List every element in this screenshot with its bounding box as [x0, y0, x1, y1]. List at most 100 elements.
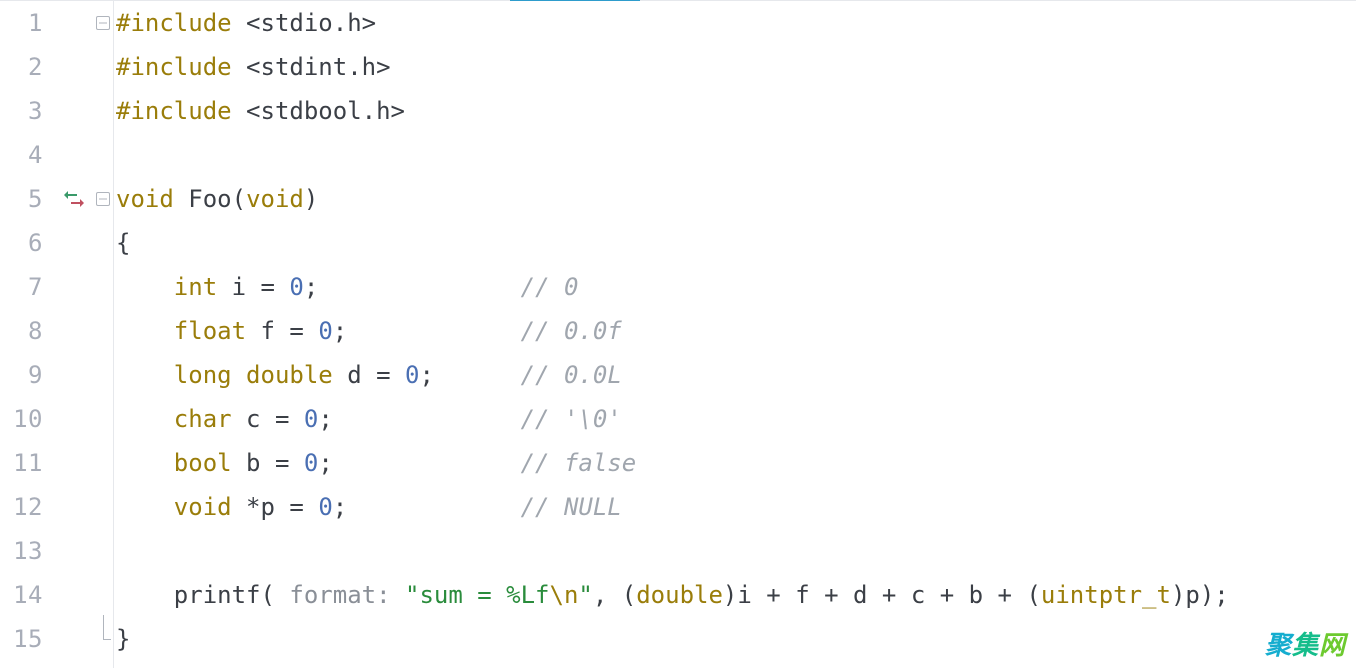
token-punct: { [116, 229, 130, 257]
token-ident: b [969, 581, 983, 609]
token-cmt: // 0.0L [521, 361, 622, 389]
token-hint: format: [289, 581, 405, 609]
token-kw: void [116, 185, 174, 213]
code-line[interactable]: } [116, 617, 1356, 661]
token-ws [839, 581, 853, 609]
token-ident: c [911, 581, 925, 609]
token-punct: ); [1200, 581, 1229, 609]
line-number[interactable]: 5 [0, 177, 43, 221]
token-num: 0 [318, 317, 332, 345]
code-line[interactable]: printf( format: "sum = %Lf\n", (double)i… [116, 573, 1356, 617]
token-kw: void [174, 493, 232, 521]
code-line[interactable]: #include <stdio.h> [116, 1, 1356, 45]
token-ws [333, 449, 521, 477]
token-ws [232, 493, 246, 521]
code-line[interactable]: bool b = 0; // false [116, 441, 1356, 485]
token-ws [116, 361, 174, 389]
token-ws [752, 581, 766, 609]
swap-icon[interactable] [64, 189, 84, 209]
fold-toggle[interactable] [92, 1, 113, 45]
token-ws [289, 405, 303, 433]
token-punct: = [376, 361, 390, 389]
token-ws [232, 405, 246, 433]
token-punct: = [275, 405, 289, 433]
marker-cell [56, 265, 92, 309]
token-punct: + [824, 581, 838, 609]
line-number[interactable]: 10 [0, 397, 43, 441]
token-ident: d [853, 581, 867, 609]
token-num: 0 [318, 493, 332, 521]
token-punct: ; [318, 405, 332, 433]
token-punct: ; [333, 317, 347, 345]
code-line[interactable]: int i = 0; // 0 [116, 265, 1356, 309]
token-ws [275, 493, 289, 521]
token-punct: ( [1026, 581, 1040, 609]
marker-cell [56, 397, 92, 441]
code-line[interactable]: void *p = 0; // NULL [116, 485, 1356, 529]
code-line[interactable]: char c = 0; // '\0' [116, 397, 1356, 441]
code-line[interactable]: float f = 0; // 0.0f [116, 309, 1356, 353]
code-line[interactable] [116, 133, 1356, 177]
fold-empty [92, 133, 113, 177]
token-cmt: // '\0' [521, 405, 622, 433]
token-ident: printf [174, 581, 261, 609]
marker-cell [56, 309, 92, 353]
token-punct: > [362, 9, 376, 37]
token-ident: b [246, 449, 260, 477]
token-ident: p [261, 493, 275, 521]
token-ws [304, 317, 318, 345]
line-number[interactable]: 9 [0, 353, 43, 397]
line-number[interactable]: 13 [0, 529, 43, 573]
token-ws [116, 493, 174, 521]
token-punct: < [246, 53, 260, 81]
token-ws [362, 361, 376, 389]
line-number[interactable]: 7 [0, 265, 43, 309]
token-ws [261, 405, 275, 433]
token-punct: ) [304, 185, 318, 213]
line-number[interactable]: 4 [0, 133, 43, 177]
token-punct: ; [333, 493, 347, 521]
code-line[interactable]: long double d = 0; // 0.0L [116, 353, 1356, 397]
code-line[interactable] [116, 529, 1356, 573]
token-punct: > [391, 97, 405, 125]
token-kw: bool [174, 449, 232, 477]
code-line[interactable]: { [116, 221, 1356, 265]
token-ws [232, 361, 246, 389]
line-number[interactable]: 14 [0, 573, 43, 617]
token-ws [781, 581, 795, 609]
marker-cell [56, 89, 92, 133]
marker-cell [56, 485, 92, 529]
marker-cell [56, 221, 92, 265]
token-ident: d [347, 361, 361, 389]
fold-empty [92, 353, 113, 397]
line-number[interactable]: 8 [0, 309, 43, 353]
code-area[interactable]: #include <stdio.h>#include <stdint.h>#in… [114, 1, 1356, 668]
line-number[interactable]: 1 [0, 1, 43, 45]
line-number[interactable]: 3 [0, 89, 43, 133]
token-ws [246, 317, 260, 345]
token-ws [434, 361, 521, 389]
token-ws [391, 361, 405, 389]
fold-empty [92, 397, 113, 441]
code-line[interactable]: #include <stdbool.h> [116, 89, 1356, 133]
code-line[interactable]: void Foo(void) [116, 177, 1356, 221]
token-ident: f [795, 581, 809, 609]
fold-empty [92, 529, 113, 573]
line-number[interactable]: 11 [0, 441, 43, 485]
line-number[interactable]: 2 [0, 45, 43, 89]
token-punct: > [376, 53, 390, 81]
marker-cell [56, 133, 92, 177]
fold-end [92, 617, 113, 661]
token-ident: f [261, 317, 275, 345]
token-punct: + [998, 581, 1012, 609]
fold-empty [92, 309, 113, 353]
token-punct: ; [304, 273, 318, 301]
token-kw: float [174, 317, 246, 345]
line-number[interactable]: 15 [0, 617, 43, 661]
line-number[interactable]: 12 [0, 485, 43, 529]
line-number[interactable]: 6 [0, 221, 43, 265]
token-escape: \n [550, 581, 579, 609]
marker-cell [56, 573, 92, 617]
fold-toggle[interactable] [92, 177, 113, 221]
code-line[interactable]: #include <stdint.h> [116, 45, 1356, 89]
